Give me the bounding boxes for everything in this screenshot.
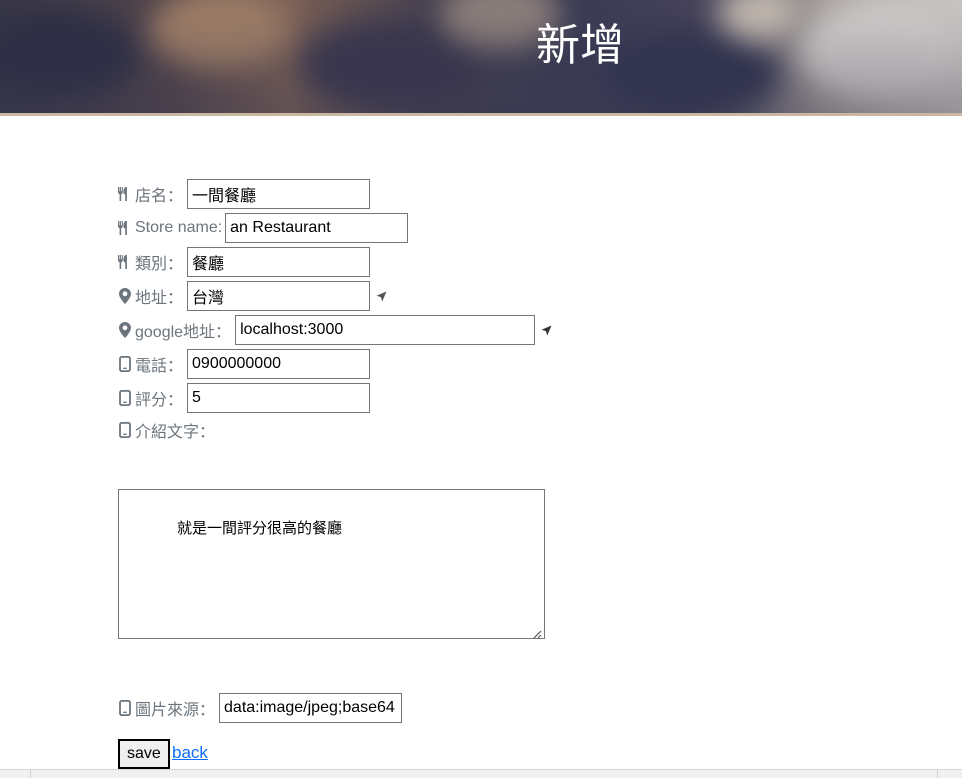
name-label: 店名：: [135, 188, 184, 205]
form-row-name-en: Store name:: [117, 213, 409, 243]
form-row-description: 介紹文字：: [117, 415, 219, 445]
resize-grip-icon[interactable]: [532, 626, 542, 639]
rating-input[interactable]: [187, 383, 371, 413]
form-row-category: 類別：: [117, 247, 371, 277]
name-en-input[interactable]: [225, 213, 409, 243]
location-arrow-icon[interactable]: [541, 325, 552, 336]
location-input[interactable]: [187, 281, 371, 311]
utensils-icon: [117, 254, 132, 270]
save-button[interactable]: save: [118, 739, 170, 769]
header-banner: 新增: [0, 0, 962, 116]
mobile-icon: [117, 356, 132, 372]
banner-edge: [0, 113, 962, 116]
back-link[interactable]: back: [172, 743, 208, 763]
description-textarea[interactable]: 就是一間評分很高的餐廳: [118, 489, 545, 639]
form-row-name: 店名：: [117, 179, 371, 209]
image-input[interactable]: [219, 693, 403, 723]
form-row-rating: 評分：: [117, 383, 371, 413]
form-row-phone: 電話：: [117, 349, 371, 379]
mobile-icon: [117, 422, 132, 438]
image-label: 圖片來源：: [135, 702, 216, 719]
google-map-input[interactable]: [235, 315, 536, 345]
rating-label: 評分：: [135, 392, 184, 409]
form-row-location: 地址：: [117, 281, 387, 311]
mobile-icon: [117, 390, 132, 406]
name-en-label: Store name:: [135, 219, 223, 236]
form-row-google-map: google地址：: [117, 315, 552, 345]
form-row-image: 圖片來源：: [117, 693, 403, 723]
utensils-icon: [117, 186, 132, 202]
phone-input[interactable]: [187, 349, 371, 379]
location-label: 地址：: [135, 290, 184, 307]
map-marker-icon: [117, 288, 132, 304]
category-input[interactable]: [187, 247, 371, 277]
mobile-icon: [117, 700, 132, 716]
phone-label: 電話：: [135, 358, 184, 375]
name-input[interactable]: [187, 179, 371, 209]
category-label: 類別：: [135, 256, 184, 273]
location-arrow-icon[interactable]: [376, 291, 387, 302]
google-map-label: google地址：: [135, 324, 232, 341]
page-title: 新增: [536, 20, 624, 71]
map-marker-icon: [117, 322, 132, 338]
utensils-icon: [117, 220, 132, 236]
description-label: 介紹文字：: [135, 424, 216, 441]
